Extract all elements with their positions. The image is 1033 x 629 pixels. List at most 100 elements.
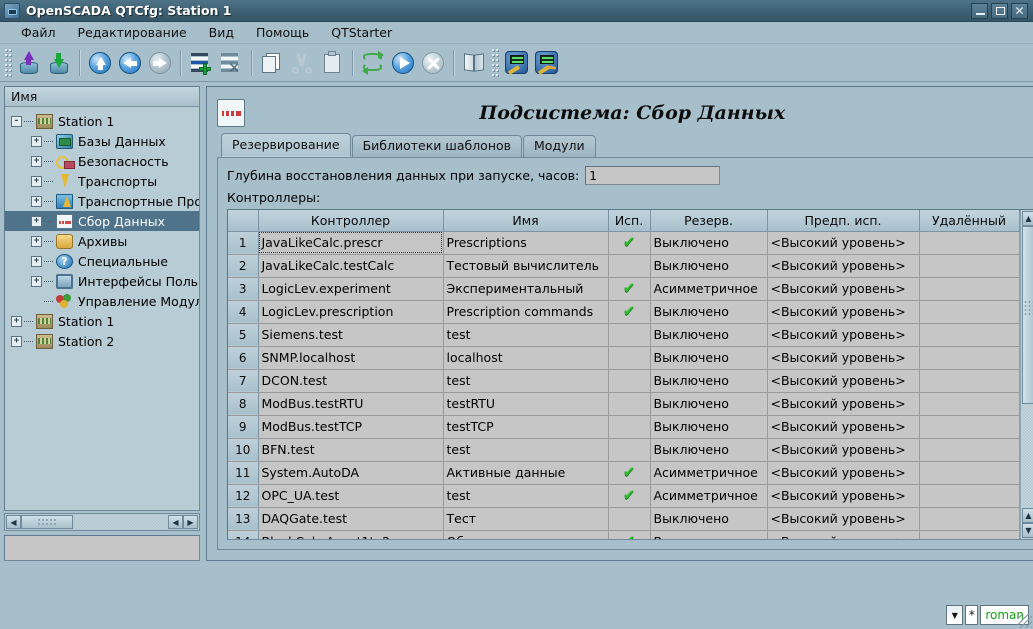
cell-used[interactable]: ✔ [608, 300, 651, 324]
cell-used[interactable] [608, 254, 651, 278]
maximize-button[interactable] [991, 2, 1008, 19]
restore-depth-input[interactable] [585, 166, 721, 185]
cell-used[interactable]: ✔ [608, 277, 651, 301]
cell-reserve[interactable]: Выключено [650, 369, 768, 393]
cell-name[interactable]: test [443, 438, 609, 462]
cell-reserve[interactable]: Выключено [650, 415, 768, 439]
table-row[interactable]: 1 JavaLikeCalc.prescr Prescriptions ✔ Выключ… [228, 231, 1020, 255]
cell-controller[interactable]: JavaLikeCalc.testCalc [258, 254, 444, 278]
cell-reserve[interactable]: Выключено [650, 346, 768, 370]
cell-controller[interactable]: Siemens.test [258, 323, 444, 347]
cell-remote[interactable] [919, 461, 1020, 485]
col-controller[interactable]: Контроллер [258, 210, 444, 232]
cell-remote[interactable] [919, 369, 1020, 393]
table-row[interactable]: 2 JavaLikeCalc.testCalc Тестовый вычислите… [228, 254, 1020, 278]
row-number[interactable]: 13 [228, 507, 259, 531]
table-row[interactable]: 11 System.AutoDA Активные данные ✔ Асимметри… [228, 461, 1020, 485]
cell-remote[interactable] [919, 231, 1020, 255]
sidebar-item-module-management[interactable]: Управление Модул [5, 291, 199, 311]
table-row[interactable]: 7 DCON.test test Выключено <Высокий уровень> [228, 369, 1020, 393]
cell-controller[interactable]: ModBus.testTCP [258, 415, 444, 439]
cell-name[interactable]: test [443, 369, 609, 393]
paste-button[interactable] [317, 47, 347, 79]
config-button[interactable] [501, 47, 531, 79]
row-number[interactable]: 2 [228, 254, 259, 278]
close-button[interactable]: ✕ [1011, 2, 1028, 19]
minimize-button[interactable] [971, 2, 988, 19]
expander-icon[interactable]: + [31, 175, 42, 187]
cut-button[interactable] [287, 47, 317, 79]
cell-controller[interactable]: BFN.test [258, 438, 444, 462]
stop-button[interactable] [418, 47, 448, 79]
cell-preferred[interactable]: <Высокий уровень> [767, 300, 920, 324]
row-number[interactable]: 3 [228, 277, 259, 301]
sidebar-item-station2[interactable]: + Station 2 [5, 331, 199, 351]
cell-remote[interactable] [919, 300, 1020, 324]
table-row[interactable]: 12 OPC_UA.test test ✔ Асимметричное <Высокий … [228, 484, 1020, 508]
table-row[interactable]: 8 ModBus.testRTU testRTU Выключено <Высокий … [228, 392, 1020, 416]
cell-name[interactable]: testRTU [443, 392, 609, 416]
cell-reserve[interactable]: Асимметричное [650, 461, 768, 485]
cell-preferred[interactable]: <Высокий уровень> [767, 254, 920, 278]
sidebar-item-databases[interactable]: + Базы Данных [5, 131, 199, 151]
cell-controller[interactable]: System.AutoDA [258, 461, 444, 485]
manual-button[interactable] [459, 47, 489, 79]
tab-modules[interactable]: Модули [523, 135, 596, 157]
cell-name[interactable]: test [443, 484, 609, 508]
table-row[interactable]: 3 LogicLev.experiment Экспериментальный ✔ Ас… [228, 277, 1020, 301]
cell-preferred[interactable]: <Высокий уровень> [767, 277, 920, 301]
sidebar-item-transports[interactable]: + Транспорты [5, 171, 199, 191]
scroll-down-arrow-icon[interactable]: ▼ [1021, 523, 1033, 538]
menu-file[interactable]: Файл [10, 23, 67, 42]
expander-icon[interactable]: - [11, 115, 22, 127]
col-remote[interactable]: Удалённый [919, 210, 1020, 232]
sidebar-item-special[interactable]: + ? Специальные [5, 251, 199, 271]
cell-preferred[interactable]: <Высокий уровень> [767, 530, 920, 539]
cell-preferred[interactable]: <Высокий уровень> [767, 369, 920, 393]
sidebar-bottom-field[interactable] [4, 535, 200, 561]
row-number[interactable]: 8 [228, 392, 259, 416]
start-button[interactable] [388, 47, 418, 79]
cell-remote[interactable] [919, 530, 1020, 539]
table-vertical-scrollbar[interactable]: ▲ ▲ ▼ [1019, 210, 1033, 539]
cell-remote[interactable] [919, 507, 1020, 531]
cell-preferred[interactable]: <Высокий уровень> [767, 392, 920, 416]
toolbar-grip-2[interactable] [491, 47, 499, 78]
cell-controller[interactable]: ModBus.testRTU [258, 392, 444, 416]
cell-reserve[interactable]: Асимметричное [650, 277, 768, 301]
cell-used[interactable] [608, 507, 651, 531]
expander-icon[interactable]: + [31, 215, 42, 227]
col-name[interactable]: Имя [443, 210, 609, 232]
cell-preferred[interactable]: <Высокий уровень> [767, 323, 920, 347]
expander-icon[interactable]: + [31, 235, 42, 247]
cell-reserve[interactable]: Асимметричное [650, 484, 768, 508]
cell-reserve[interactable]: Выключено [650, 254, 768, 278]
cell-remote[interactable] [919, 415, 1020, 439]
cell-name[interactable]: test [443, 323, 609, 347]
row-number[interactable]: 12 [228, 484, 259, 508]
col-preferred[interactable]: Предп. исп. [767, 210, 920, 232]
status-dropdown[interactable]: ▼ [946, 605, 964, 625]
table-row[interactable]: 9 ModBus.testTCP testTCP Выключено <Высокий … [228, 415, 1020, 439]
expander-icon[interactable]: + [31, 135, 42, 147]
sidebar-item-station1-root[interactable]: - Station 1 [5, 111, 199, 131]
scroll-right-arrow-icon[interactable]: ▶ [183, 515, 198, 529]
cell-controller[interactable]: LogicLev.prescription [258, 300, 444, 324]
scroll-left-arrow-icon-2[interactable]: ◀ [168, 515, 183, 529]
row-number[interactable]: 9 [228, 415, 259, 439]
cell-used[interactable] [608, 369, 651, 393]
table-row[interactable]: 5 Siemens.test test Выключено <Высокий урове… [228, 323, 1020, 347]
tree-horizontal-scrollbar[interactable]: ◀ ◀ ▶ [4, 513, 200, 531]
scroll-down-arrow-icon-upper[interactable]: ▲ [1021, 508, 1033, 523]
cell-name[interactable]: testTCP [443, 415, 609, 439]
cell-preferred[interactable]: <Высокий уровень> [767, 415, 920, 439]
cell-preferred[interactable]: <Высокий уровень> [767, 484, 920, 508]
tab-reservation[interactable]: Резервирование [221, 133, 351, 157]
cell-reserve[interactable]: Выключено [650, 392, 768, 416]
col-rownum[interactable] [228, 210, 259, 232]
cell-preferred[interactable]: <Высокий уровень> [767, 438, 920, 462]
scroll-up-arrow-icon[interactable]: ▲ [1021, 211, 1033, 226]
cell-remote[interactable] [919, 277, 1020, 301]
cell-preferred[interactable]: <Высокий уровень> [767, 507, 920, 531]
sidebar-item-archives[interactable]: + Архивы [5, 231, 199, 251]
